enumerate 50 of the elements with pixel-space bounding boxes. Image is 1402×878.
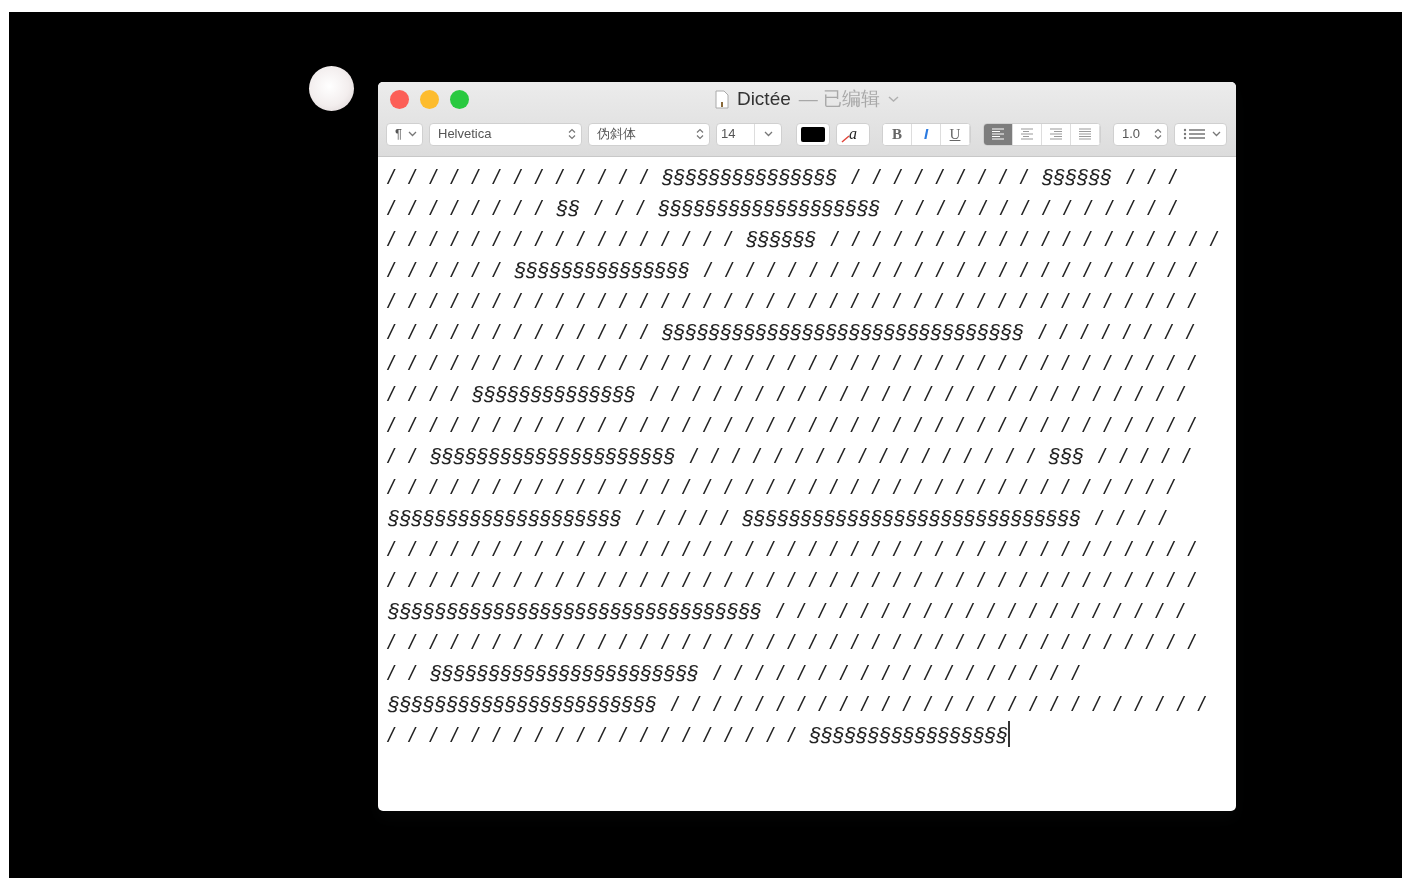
text-line: §§§§§§§§§§§§§§§§§§§§§§§ / / / / / / / / / / / / / / / / / / / / / / / / / / (388, 691, 1207, 717)
align-left-icon (990, 127, 1006, 141)
align-right-icon (1048, 127, 1064, 141)
list-icon (1183, 127, 1207, 141)
chevron-down-icon (763, 131, 773, 137)
text-line: / / / / / / / / / / / / / / / / / / / / / / / / / / / / / / / / / / / / / / / (388, 629, 1197, 655)
font-family-menu[interactable]: Helvetica (429, 122, 582, 146)
paragraph-style-menu[interactable]: ¶ (386, 122, 423, 146)
window-title: Dictée (736, 86, 791, 111)
bold-button[interactable]: B (883, 123, 912, 145)
text-line: / / / / / / / / / / / / / / / / / / / / / / / / / / / / / / / / / / / / / / (388, 474, 1176, 500)
text-line: / / / / / / / / / / / / / / / / / / / / / / / / / / / / / / / / / / / / / / / (388, 567, 1197, 593)
text-style-control[interactable]: B I U (882, 122, 971, 146)
minimize-button[interactable] (420, 90, 439, 109)
align-left-button[interactable] (984, 123, 1013, 145)
chevron-down-icon[interactable] (888, 95, 900, 103)
align-justify-icon (1077, 127, 1093, 141)
chevron-down-icon (408, 131, 417, 137)
text-line: / / / / / / / / / / / / / / / / / / / / / / / / / / / / / / / / / / / / / / / (388, 288, 1197, 314)
text-line: / / §§§§§§§§§§§§§§§§§§§§§§§ / / / / / / / / / / / / / / / / / / (388, 660, 1081, 686)
stepper-icon (696, 128, 704, 140)
text-line: / / / / §§§§§§§§§§§§§§ / / / / / / / / / / / / / / / / / / / / / / / / / / (388, 381, 1186, 407)
line-spacing-menu[interactable]: 1.0 (1113, 122, 1168, 146)
text-line: / / / / / / / / / / / / / / / / / / / / / / / / / / / / / / / / / / / / / / / (388, 536, 1197, 562)
background-color-button[interactable]: a (836, 122, 870, 146)
text-line: §§§§§§§§§§§§§§§§§§§§ / / / / / §§§§§§§§§§§§§§§§§§§§§§§§§§§§§ / / / / (388, 505, 1168, 531)
text-line: / / / / / / / / / / / / / / / / / / / / / / / / / / / / / / / / / / / / / / / (388, 412, 1197, 438)
text-line: / / / / / / / / / / / / / §§§§§§§§§§§§§§§§§§§§§§§§§§§§§§§ / / / / / / / / (388, 319, 1195, 345)
close-button[interactable] (390, 90, 409, 109)
align-center-icon (1019, 127, 1035, 141)
alignment-control[interactable] (983, 122, 1101, 146)
slash-icon (841, 134, 850, 143)
document-icon (714, 89, 729, 109)
typeface-menu[interactable]: 伪斜体 (588, 122, 710, 146)
zoom-button[interactable] (450, 90, 469, 109)
stepper-icon (568, 128, 576, 140)
font-size-combo[interactable]: 14 (716, 122, 782, 146)
text-line: / / §§§§§§§§§§§§§§§§§§§§§ / / / / / / / / / / / / / / / / / §§§ / / / / / (388, 443, 1192, 469)
edited-status: — 已编辑 (798, 86, 881, 111)
text-line: / / / / / / / / §§ / / / §§§§§§§§§§§§§§§§§§§ / / / / / / / / / / / / / / (388, 195, 1178, 221)
text-line: / / / / / / §§§§§§§§§§§§§§§ / / / / / / / / / / / / / / / / / / / / / / / / (388, 257, 1198, 283)
text-line: §§§§§§§§§§§§§§§§§§§§§§§§§§§§§§§§ / / / / / / / / / / / / / / / / / / / / (388, 598, 1186, 624)
text-line: / / / / / / / / / / / / / / / / / / / / / / / / / / / / / / / / / / / / / / / (388, 350, 1197, 376)
text-line: / / / / / / / / / / / / / / / / / §§§§§§ / / / / / / / / / / / / / / / / / / / (388, 226, 1219, 252)
text-line: / / / / / / / / / / / / / / / / / / / / §§§§§§§§§§§§§§§§§ (388, 720, 1011, 749)
stepper-icon (1154, 128, 1162, 140)
text-line: / / / / / / / / / / / / / §§§§§§§§§§§§§§§ / / / / / / / / / §§§§§§ / / / (388, 164, 1178, 190)
text-color-well[interactable] (796, 122, 830, 146)
list-style-menu[interactable] (1174, 122, 1227, 146)
chevron-down-icon (1212, 131, 1221, 137)
